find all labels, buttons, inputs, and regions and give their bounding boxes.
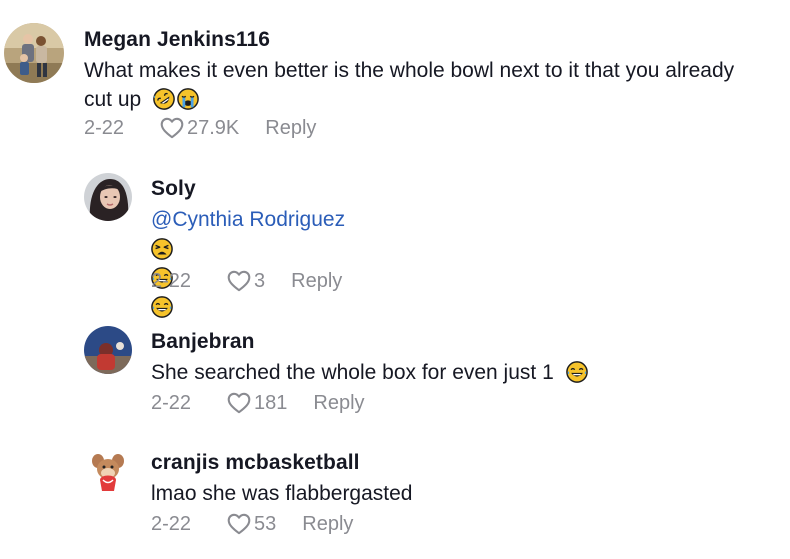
loudly-crying-icon: [177, 88, 199, 110]
comment-meta: 2-22 181 Reply: [151, 390, 365, 416]
comment-author[interactable]: Megan Jenkins116: [84, 28, 270, 52]
like-button[interactable]: 3: [226, 268, 265, 294]
like-button[interactable]: 27.9K: [159, 115, 239, 141]
tears-of-joy-icon: [151, 296, 173, 318]
comment-date: 2-22: [84, 116, 125, 139]
avatar[interactable]: [4, 23, 64, 83]
like-button[interactable]: 53: [226, 511, 276, 537]
reply-button[interactable]: Reply: [265, 117, 316, 140]
comment-text-fragment: She searched the whole box for even just…: [151, 361, 554, 384]
comment-author[interactable]: cranjis mcbasketball: [151, 451, 360, 475]
like-count: 181: [254, 391, 288, 414]
heart-outline-icon: [226, 390, 252, 416]
rolling-on-floor-laughing-icon: [153, 88, 175, 110]
avatar[interactable]: [84, 326, 132, 374]
comment-text-line: What makes it even better is the whole b…: [84, 59, 735, 82]
like-button[interactable]: 181: [226, 390, 287, 416]
comment-text-fragment: cut up: [84, 88, 142, 111]
comment-text-line: cut up: [84, 85, 790, 114]
like-count: 3: [254, 269, 266, 292]
reply-button[interactable]: Reply: [291, 270, 342, 293]
comment-date: 2-22: [151, 391, 192, 414]
weary-face-icon: [151, 238, 173, 260]
heart-outline-icon: [226, 511, 252, 537]
reply-button[interactable]: Reply: [302, 513, 353, 536]
comment-text: She searched the whole box for even just…: [151, 358, 590, 387]
comment-date: 2-22: [151, 512, 192, 535]
comment-meta: 2-22 3 Reply: [151, 268, 342, 294]
comment-text: lmao she was flabbergasted: [151, 482, 413, 505]
heart-outline-icon: [226, 268, 252, 294]
tears-of-joy-icon: [566, 361, 588, 383]
like-count: 27.9K: [187, 116, 240, 139]
avatar[interactable]: [84, 173, 132, 221]
comment-author[interactable]: Soly: [151, 177, 196, 201]
mention-link[interactable]: @Cynthia Rodriguez: [151, 205, 345, 234]
reply-button[interactable]: Reply: [313, 392, 364, 415]
like-count: 53: [254, 512, 277, 535]
avatar[interactable]: [84, 447, 132, 495]
comment-meta: 2-22 53 Reply: [151, 511, 353, 537]
comment-meta: 2-22 27.9K Reply: [84, 115, 316, 141]
comment-author[interactable]: Banjebran: [151, 330, 255, 354]
heart-outline-icon: [159, 115, 185, 141]
comment-text: What makes it even better is the whole b…: [84, 56, 790, 114]
comment-date: 2-22: [151, 269, 192, 292]
